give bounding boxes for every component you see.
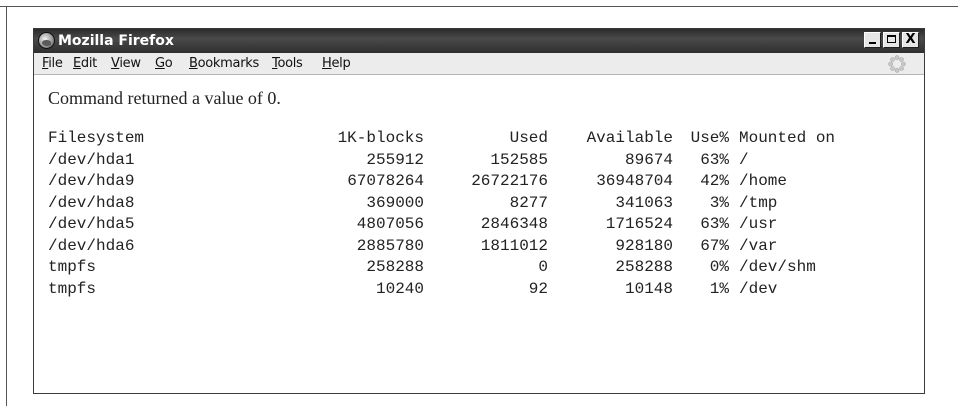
menu-bookmarks-label: ookmarks <box>197 56 260 71</box>
cell-1k-blocks: 10240 <box>375 279 424 298</box>
menu-go-mnemonic: G <box>155 56 165 71</box>
table-header-row: Filesystem 1K-blocks Used Available Use%… <box>48 128 835 150</box>
header-mounted-on: Mounted on <box>739 129 836 147</box>
header-1k-blocks: 1K-blocks <box>337 129 424 147</box>
menu-help-label: elp <box>331 56 351 71</box>
cell-used: 1811012 <box>480 236 548 255</box>
menu-edit[interactable]: Edit <box>73 56 97 72</box>
header-filesystem: Filesystem <box>48 129 145 147</box>
menu-edit-label: dit <box>80 56 97 71</box>
table-row: /dev/hda8 369000 8277 341063 3% /tmp <box>48 193 835 215</box>
menu-bookmarks-mnemonic: B <box>189 56 198 71</box>
cell-use-percent: 1% <box>709 279 729 298</box>
minimize-icon[interactable] <box>864 32 881 48</box>
browser-window: Mozilla Firefox X File Edit View Go Book… <box>33 28 925 394</box>
title-bar[interactable]: Mozilla Firefox X <box>34 29 924 53</box>
cell-1k-blocks: 369000 <box>366 193 424 212</box>
cell-filesystem: /dev/hda8 <box>48 193 135 212</box>
page-border-top <box>0 6 958 7</box>
cell-mounted-on: /tmp <box>739 193 778 212</box>
menu-go-label: o <box>164 56 173 71</box>
cell-mounted-on: /dev <box>739 279 778 298</box>
cell-mounted-on: /usr <box>739 215 778 233</box>
cell-used: 92 <box>528 279 548 298</box>
menu-go[interactable]: Go <box>155 56 173 72</box>
cell-available: 258288 <box>615 258 673 276</box>
cell-use-percent: 0% <box>709 258 729 276</box>
cell-available: 928180 <box>615 236 673 255</box>
cell-use-percent: 42% <box>700 172 729 190</box>
table-row: /dev/hda1 255912 152585 89674 63% / <box>48 150 835 172</box>
cell-filesystem: /dev/hda5 <box>48 215 135 233</box>
window-title: Mozilla Firefox <box>58 33 174 49</box>
menu-bar: File Edit View Go Bookmarks Tools Help <box>34 53 924 75</box>
cell-1k-blocks: 258288 <box>366 258 424 276</box>
table-row: tmpfs 10240 92 10148 1% /dev <box>48 279 835 301</box>
cell-1k-blocks: 2885780 <box>356 236 424 255</box>
command-result-message: Command returned a value of 0. <box>48 88 281 108</box>
menu-tools-label: ools <box>277 56 303 71</box>
cell-1k-blocks: 67078264 <box>347 172 424 190</box>
menu-tools[interactable]: Tools <box>272 56 303 72</box>
cell-1k-blocks: 4807056 <box>356 215 424 233</box>
page-border-left <box>6 6 7 406</box>
cell-available: 1716524 <box>605 215 673 233</box>
table-row: /dev/hda6 2885780 1811012 928180 67% /va… <box>48 236 835 258</box>
header-use-percent: Use% <box>690 129 729 147</box>
cell-1k-blocks: 255912 <box>366 150 424 169</box>
cell-filesystem: /dev/hda9 <box>48 172 135 190</box>
cell-used: 152585 <box>490 150 548 169</box>
menu-view[interactable]: View <box>111 56 141 72</box>
disk-usage-table: Filesystem 1K-blocks Used Available Use%… <box>48 128 835 300</box>
header-used: Used <box>509 129 548 147</box>
cell-available: 341063 <box>615 193 673 212</box>
maximize-icon[interactable] <box>883 32 900 48</box>
menu-file-label: ile <box>48 56 63 71</box>
close-icon[interactable]: X <box>902 32 919 48</box>
cell-filesystem: /dev/hda1 <box>48 150 135 169</box>
cell-use-percent: 63% <box>700 150 729 169</box>
cell-filesystem: /dev/hda6 <box>48 236 135 255</box>
cell-filesystem: tmpfs <box>48 258 97 276</box>
cell-mounted-on: /dev/shm <box>739 258 816 276</box>
firefox-icon[interactable] <box>38 32 55 49</box>
cell-use-percent: 63% <box>700 215 729 233</box>
menu-help[interactable]: Help <box>322 56 351 72</box>
table-row: /dev/hda9 67078264 26722176 36948704 42%… <box>48 171 835 193</box>
page-content: Command returned a value of 0. Filesyste… <box>34 76 924 393</box>
cell-used: 0 <box>538 258 548 276</box>
header-available: Available <box>586 129 673 147</box>
cell-filesystem: tmpfs <box>48 279 97 298</box>
menu-edit-mnemonic: E <box>73 56 81 71</box>
cell-available: 36948704 <box>596 172 673 190</box>
cell-available: 10148 <box>624 279 673 298</box>
cell-use-percent: 67% <box>700 236 729 255</box>
cell-used: 2846348 <box>480 215 548 233</box>
cell-used: 8277 <box>509 193 548 212</box>
cell-mounted-on: /home <box>739 172 788 190</box>
menu-bookmarks[interactable]: Bookmarks <box>189 56 259 72</box>
throbber-icon <box>888 55 906 73</box>
table-row: /dev/hda5 4807056 2846348 1716524 63% /u… <box>48 214 835 236</box>
menu-view-label: iew <box>119 56 141 71</box>
cell-available: 89674 <box>624 150 673 169</box>
cell-mounted-on: /var <box>739 236 778 255</box>
table-row: tmpfs 258288 0 258288 0% /dev/shm <box>48 257 835 279</box>
cell-use-percent: 3% <box>709 193 729 212</box>
cell-used: 26722176 <box>471 172 548 190</box>
cell-mounted-on: / <box>739 150 749 169</box>
menu-file[interactable]: File <box>42 56 63 72</box>
